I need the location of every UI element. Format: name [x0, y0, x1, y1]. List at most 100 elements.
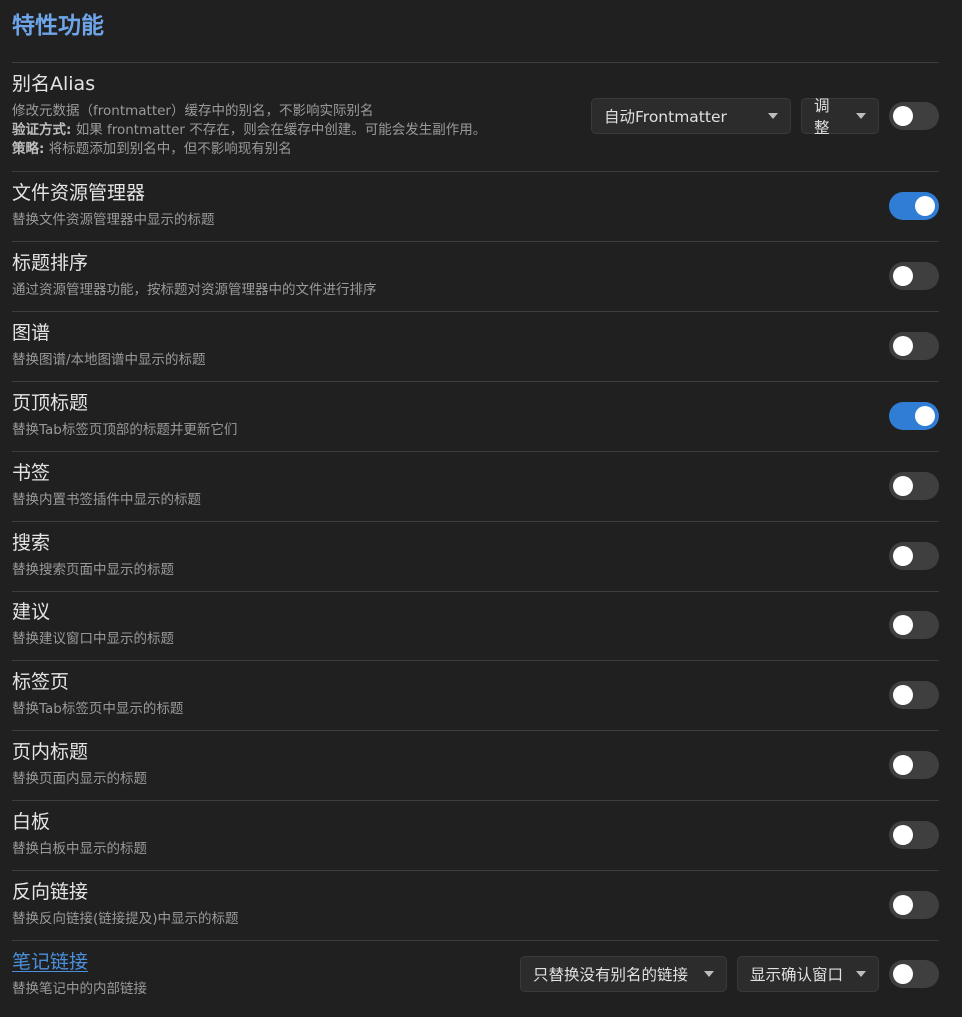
- toggle-note-links[interactable]: [889, 960, 939, 988]
- setting-label: 图谱: [12, 322, 51, 344]
- setting-desc: 替换文件资源管理器中显示的标题: [12, 212, 215, 228]
- setting-controls: [889, 751, 939, 779]
- toggle-knob: [893, 685, 913, 705]
- dropdown-value: 显示确认窗口: [750, 966, 844, 984]
- setting-toggle[interactable]: [889, 611, 939, 639]
- setting-toggle[interactable]: [889, 472, 939, 500]
- divider: [12, 311, 939, 312]
- setting-desc: 替换反向链接(链接提及)中显示的标题: [12, 911, 239, 927]
- setting-toggle[interactable]: [889, 262, 939, 290]
- divider: [12, 451, 939, 452]
- setting-label: 书签: [12, 462, 51, 484]
- setting-row: 白板替换白板中显示的标题: [12, 810, 939, 859]
- desc-text: 将标题添加到别名中，但不影响现有别名: [44, 141, 292, 157]
- toggle-knob: [893, 476, 913, 496]
- alias-controls: 自动Frontmatter 调整: [591, 97, 939, 137]
- confirm-window-dropdown[interactable]: 显示确认窗口: [737, 956, 879, 992]
- setting-row: 搜索替换搜索页面中显示的标题: [12, 531, 939, 580]
- setting-desc: 替换Tab标签页中显示的标题: [12, 701, 184, 717]
- toggle-alias[interactable]: [889, 102, 939, 130]
- setting-toggle[interactable]: [889, 192, 939, 220]
- toggle-knob: [915, 406, 935, 426]
- chevron-down-icon: [856, 113, 866, 119]
- toggle-knob: [893, 755, 913, 775]
- setting-row: 建议替换建议窗口中显示的标题: [12, 600, 939, 649]
- note-links-controls: 只替换没有别名的链接 显示确认窗口: [520, 956, 939, 992]
- setting-label: 建议: [12, 601, 51, 623]
- setting-row-alias: 别名Alias 修改元数据（frontmatter）缓存中的别名，不影响实际别名…: [12, 72, 939, 159]
- dropdown-value: 只替换没有别名的链接: [533, 966, 689, 984]
- divider: [12, 591, 939, 592]
- dropdown-value: 调整: [814, 97, 830, 137]
- setting-toggle[interactable]: [889, 402, 939, 430]
- setting-controls: [889, 542, 939, 570]
- setting-label: 标签页: [12, 671, 70, 693]
- setting-desc: 替换Tab标签页顶部的标题并更新它们: [12, 422, 238, 438]
- dropdown-value: 自动Frontmatter: [604, 108, 727, 126]
- setting-row-note-links: 笔记链接 替换笔记中的内部链接 只替换没有别名的链接 显示确认窗口: [12, 950, 939, 999]
- setting-desc: 替换建议窗口中显示的标题: [12, 631, 174, 647]
- setting-row: 标签页替换Tab标签页中显示的标题: [12, 670, 939, 719]
- setting-controls: [889, 402, 939, 430]
- toggle-knob: [893, 895, 913, 915]
- setting-toggle[interactable]: [889, 681, 939, 709]
- divider: [12, 730, 939, 731]
- link-replace-mode-dropdown[interactable]: 只替换没有别名的链接: [520, 956, 727, 992]
- desc-text: 如果 frontmatter 不存在，则会在缓存中创建。可能会发生副作用。: [71, 122, 487, 138]
- chevron-down-icon: [768, 113, 778, 119]
- setting-desc: 通过资源管理器功能，按标题对资源管理器中的文件进行排序: [12, 282, 377, 298]
- setting-toggle[interactable]: [889, 891, 939, 919]
- setting-desc: 替换搜索页面中显示的标题: [12, 562, 174, 578]
- setting-controls: [889, 681, 939, 709]
- alias-mode-dropdown[interactable]: 自动Frontmatter: [591, 98, 791, 134]
- setting-row: 文件资源管理器替换文件资源管理器中显示的标题: [12, 181, 939, 230]
- settings-page: 特性功能 别名Alias 修改元数据（frontmatter）缓存中的别名，不影…: [0, 0, 962, 1017]
- desc-bold: 验证方式:: [12, 122, 72, 138]
- toggle-knob: [893, 336, 913, 356]
- toggle-knob: [893, 106, 913, 126]
- setting-desc: 替换页面内显示的标题: [12, 771, 147, 787]
- divider: [12, 241, 939, 242]
- setting-label: 反向链接: [12, 881, 89, 903]
- setting-row: 图谱替换图谱/本地图谱中显示的标题: [12, 321, 939, 370]
- divider: [12, 381, 939, 382]
- setting-desc: 替换内置书签插件中显示的标题: [12, 492, 201, 508]
- page-title: 特性功能: [12, 13, 104, 39]
- divider: [12, 940, 939, 941]
- divider: [12, 800, 939, 801]
- toggle-knob: [915, 196, 935, 216]
- setting-label: 页内标题: [12, 741, 89, 763]
- setting-row: 书签替换内置书签插件中显示的标题: [12, 461, 939, 510]
- chevron-down-icon: [704, 971, 714, 977]
- setting-label: 标题排序: [12, 252, 89, 274]
- setting-controls: [889, 192, 939, 220]
- setting-row: 页顶标题替换Tab标签页顶部的标题并更新它们: [12, 391, 939, 440]
- setting-desc: 替换白板中显示的标题: [12, 841, 147, 857]
- toggle-knob: [893, 825, 913, 845]
- setting-label: 页顶标题: [12, 392, 89, 414]
- setting-controls: [889, 611, 939, 639]
- toggle-knob: [893, 615, 913, 635]
- setting-row: 标题排序通过资源管理器功能，按标题对资源管理器中的文件进行排序: [12, 251, 939, 300]
- divider: [12, 62, 939, 63]
- divider: [12, 870, 939, 871]
- toggle-knob: [893, 546, 913, 566]
- setting-toggle[interactable]: [889, 751, 939, 779]
- toggle-knob: [893, 964, 913, 984]
- setting-toggle[interactable]: [889, 821, 939, 849]
- setting-desc: 替换图谱/本地图谱中显示的标题: [12, 352, 206, 368]
- alias-adjust-dropdown[interactable]: 调整: [801, 97, 879, 137]
- setting-controls: [889, 891, 939, 919]
- setting-row: 反向链接替换反向链接(链接提及)中显示的标题: [12, 880, 939, 929]
- divider: [12, 171, 939, 172]
- setting-label: 搜索: [12, 532, 51, 554]
- divider: [12, 660, 939, 661]
- setting-label: 白板: [12, 811, 51, 833]
- setting-controls: [889, 821, 939, 849]
- setting-label: 文件资源管理器: [12, 182, 146, 204]
- setting-desc-strategy: 策略: 将标题添加到别名中，但不影响现有别名: [12, 140, 939, 159]
- setting-controls: [889, 332, 939, 360]
- chevron-down-icon: [856, 971, 866, 977]
- setting-toggle[interactable]: [889, 542, 939, 570]
- setting-toggle[interactable]: [889, 332, 939, 360]
